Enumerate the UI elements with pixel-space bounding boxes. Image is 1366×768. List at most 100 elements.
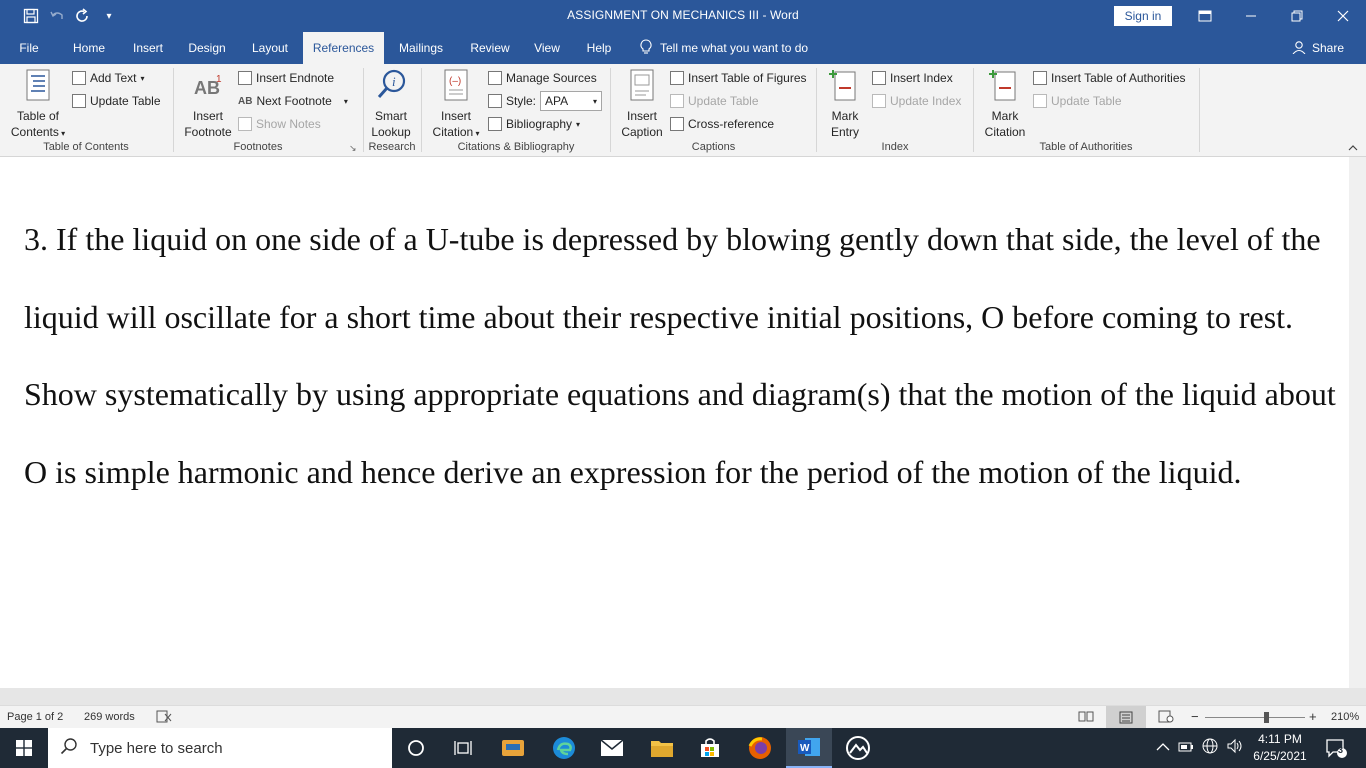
proofing-icon[interactable] — [156, 710, 172, 726]
firefox-icon[interactable] — [738, 728, 782, 768]
zoom-slider[interactable] — [1205, 717, 1305, 718]
tell-me-text: Tell me what you want to do — [660, 41, 809, 55]
mark-citation-button[interactable]: Mark Citation — [980, 68, 1030, 140]
document-paragraph[interactable]: 3. If the liquid on one side of a U-tube… — [24, 201, 1344, 511]
add-text-button[interactable]: Add Text ▾ — [72, 68, 145, 88]
task-view-icon[interactable] — [442, 728, 484, 768]
ribbon-display-options-icon[interactable] — [1182, 0, 1228, 32]
zoom-level[interactable]: 210% — [1331, 711, 1359, 723]
insert-table-of-figures-button[interactable]: Insert Table of Figures — [670, 68, 807, 88]
insert-table-of-authorities-button[interactable]: Insert Table of Authorities — [1033, 68, 1186, 88]
style-selector: Style: APA ▾ — [488, 91, 603, 111]
photos-app-icon[interactable] — [836, 728, 880, 768]
share-label: Share — [1312, 41, 1345, 55]
manage-sources-label: Manage Sources — [506, 71, 597, 85]
style-icon — [488, 94, 502, 108]
share-button[interactable]: Share — [1292, 32, 1344, 64]
zoom-in-icon[interactable]: + — [1309, 709, 1317, 724]
update-index-button[interactable]: Update Index — [872, 91, 961, 111]
dialog-launcher-icon[interactable]: ↘ — [349, 143, 357, 154]
group-separator — [816, 68, 817, 152]
insert-caption-button[interactable]: Insert Caption — [616, 68, 668, 140]
restore-icon[interactable] — [1274, 0, 1320, 32]
zoom-slider-thumb[interactable] — [1264, 712, 1269, 723]
group-separator — [173, 68, 174, 152]
word-taskbar-icon[interactable]: W — [786, 728, 832, 768]
clock-date: 6/25/2021 — [1253, 749, 1307, 763]
tab-help[interactable]: Help — [580, 32, 618, 64]
store-icon[interactable] — [688, 728, 732, 768]
manage-sources-button[interactable]: Manage Sources — [488, 68, 597, 88]
clock-time: 4:11 PM — [1258, 732, 1302, 746]
tab-references[interactable]: References — [303, 32, 384, 64]
update-table-icon — [670, 94, 684, 108]
volume-icon[interactable] — [1226, 738, 1244, 759]
file-explorer-icon[interactable] — [640, 728, 684, 768]
update-figures-table-button[interactable]: Update Table — [670, 91, 759, 111]
mark-entry-button[interactable]: Mark Entry — [822, 68, 868, 140]
taskbar-clock[interactable]: 4:11 PM 6/25/2021 — [1252, 731, 1308, 765]
toc-label-2: Contents — [10, 125, 59, 139]
page-count[interactable]: Page 1 of 2 — [7, 711, 63, 723]
show-notes-label: Show Notes — [256, 117, 321, 131]
tab-mailings[interactable]: Mailings — [392, 32, 450, 64]
citation-label-2: Citation — [432, 125, 474, 139]
network-globe-icon[interactable] — [1202, 738, 1218, 759]
status-bar: Page 1 of 2 269 words − + 210% — [0, 705, 1366, 728]
mail-icon[interactable] — [590, 728, 634, 768]
calculator-app-icon[interactable] — [492, 728, 534, 768]
tab-review[interactable]: Review — [464, 32, 516, 64]
zoom-out-icon[interactable]: − — [1191, 709, 1199, 724]
bibliography-button[interactable]: Bibliography ▾ — [488, 114, 580, 134]
update-authorities-table-button[interactable]: Update Table — [1033, 91, 1122, 111]
tell-me-box[interactable]: Tell me what you want to do — [640, 32, 808, 64]
svg-text:W: W — [800, 743, 810, 754]
taskbar-search-box[interactable]: Type here to search — [48, 728, 392, 768]
minimize-icon[interactable] — [1228, 0, 1274, 32]
tab-layout[interactable]: Layout — [244, 32, 296, 64]
tab-design[interactable]: Design — [180, 32, 234, 64]
document-canvas[interactable]: 3. If the liquid on one side of a U-tube… — [0, 157, 1349, 688]
style-dropdown[interactable]: APA ▾ — [540, 91, 603, 111]
close-icon[interactable] — [1320, 0, 1366, 32]
action-center-icon[interactable]: 3 — [1316, 728, 1356, 768]
edge-icon[interactable] — [542, 728, 586, 768]
next-footnote-button[interactable]: AB Next Footnote ▾ — [238, 91, 348, 111]
update-table-icon — [72, 94, 86, 108]
insert-footnote-button[interactable]: AB 1 Insert Footnote — [180, 68, 236, 140]
ribbon-tabs: File Home Insert Design Layout Reference… — [0, 32, 1366, 64]
read-mode-icon[interactable] — [1078, 710, 1094, 726]
insert-endnote-button[interactable]: Insert Endnote — [238, 68, 334, 88]
chevron-up-icon[interactable] — [1156, 739, 1170, 757]
vertical-scrollbar[interactable] — [1349, 157, 1366, 688]
cortana-icon[interactable] — [395, 728, 437, 768]
style-value: APA — [545, 94, 569, 108]
smart-lookup-icon: i — [375, 68, 407, 102]
insert-citation-button[interactable]: (–) Insert Citation ▾ — [428, 68, 484, 142]
print-layout-icon[interactable] — [1106, 706, 1146, 728]
start-button[interactable] — [0, 728, 48, 768]
update-table-label: Update Table — [90, 94, 161, 108]
show-notes-button[interactable]: Show Notes — [238, 114, 321, 134]
insert-index-button[interactable]: Insert Index — [872, 68, 953, 88]
word-count[interactable]: 269 words — [84, 711, 135, 723]
tab-file[interactable]: File — [10, 32, 48, 64]
update-table-button[interactable]: Update Table — [72, 91, 161, 111]
battery-icon[interactable] — [1178, 739, 1194, 757]
insert-caption-icon — [626, 68, 658, 102]
tab-insert[interactable]: Insert — [124, 32, 172, 64]
sign-in-button[interactable]: Sign in — [1114, 6, 1172, 26]
endnote-icon — [238, 71, 252, 85]
mark-entry-label-2: Entry — [830, 125, 859, 139]
collapse-ribbon-icon[interactable] — [1348, 142, 1358, 154]
table-of-contents-button[interactable]: Table of Contents ▾ — [8, 68, 68, 142]
group-separator — [610, 68, 611, 152]
title-bar: ▾ ASSIGNMENT ON MECHANICS III - Word Sig… — [0, 0, 1366, 32]
tab-view[interactable]: View — [528, 32, 566, 64]
cross-reference-button[interactable]: Cross-reference — [670, 114, 774, 134]
web-layout-icon[interactable] — [1158, 710, 1174, 726]
smart-lookup-button[interactable]: i Smart Lookup — [366, 68, 416, 140]
tab-home[interactable]: Home — [64, 32, 114, 64]
references-ribbon: Table of Contents ▾ Add Text ▾ Update Tab… — [0, 64, 1366, 157]
mark-citation-label-2: Citation — [984, 125, 1026, 139]
